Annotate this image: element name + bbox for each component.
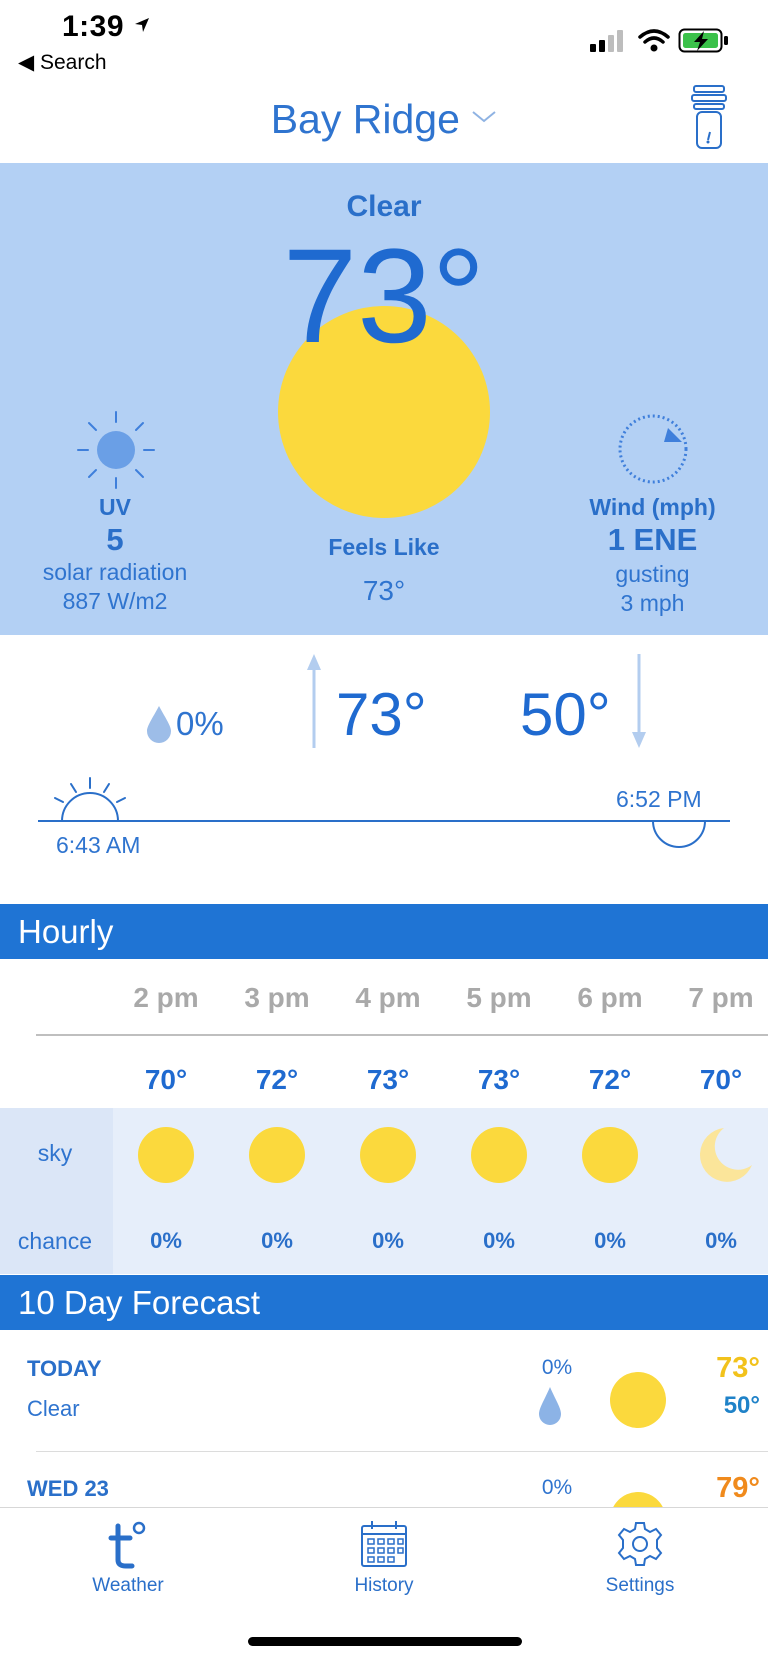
sun-icon (582, 1127, 638, 1183)
hour-chance: 0% (372, 1228, 404, 1253)
hour-chance: 0% (150, 1228, 182, 1253)
chevron-down-icon (472, 111, 496, 123)
location-selector[interactable]: Bay Ridge (0, 96, 768, 143)
sun-icon (471, 1127, 527, 1183)
chance-label: chance (17, 1228, 93, 1254)
moon-icon (699, 1128, 752, 1182)
thermometer-t-icon (108, 1521, 146, 1569)
feels-like-value: 73° (362, 575, 406, 606)
solar-radiation: solar radiation 887 W/m2 (15, 558, 215, 616)
forecast-high: 73° (716, 1352, 760, 1384)
sunset-time: 6:52 PM (616, 786, 702, 812)
sun-icon (138, 1127, 194, 1183)
solar-radiation-value: 887 W/m2 (62, 588, 168, 614)
current-condition: Clear (346, 190, 422, 223)
hour-temp: 72° (588, 1064, 632, 1095)
wind-compass-icon (618, 414, 688, 484)
forecast-header: 10 Day Forecast (0, 1275, 768, 1330)
wind-value: 1 ENE (607, 522, 698, 557)
hour-chance: 0% (261, 1228, 293, 1253)
current-temperature: 73° (282, 222, 486, 371)
hour-time: 3 pm (244, 982, 310, 1013)
hour-chance: 0% (483, 1228, 515, 1253)
sun-icon (249, 1127, 305, 1183)
arrow-down-icon (632, 654, 646, 748)
hour-time: 6 pm (577, 982, 643, 1013)
tab-label-settings: Settings (605, 1575, 675, 1596)
sun-icon (360, 1127, 416, 1183)
battery-charging-icon (678, 28, 728, 53)
high-temperature: 73° (336, 681, 427, 748)
tab-label-weather: Weather (92, 1575, 164, 1596)
hour-chance: 0% (705, 1228, 737, 1253)
signal-icon (590, 30, 623, 52)
weather-station-icon[interactable] (688, 84, 730, 156)
hour-temp: 72° (255, 1064, 299, 1095)
hourly-header: Hourly (0, 904, 768, 959)
precip-chance: 0% (176, 705, 224, 742)
gust-label: gusting (615, 561, 690, 587)
sun-horizon-line (38, 820, 730, 822)
uv-label: UV (99, 494, 131, 520)
hour-temp: 73° (366, 1064, 410, 1095)
hour-time: 4 pm (355, 982, 421, 1013)
sunrise-time: 6:43 AM (56, 832, 141, 858)
forecast-high: 79° (716, 1472, 760, 1504)
back-to-search-link[interactable]: ◀ Search (18, 50, 107, 75)
home-indicator[interactable] (248, 1637, 522, 1646)
gear-icon (617, 1522, 663, 1566)
hour-temp: 70° (144, 1064, 188, 1095)
wind-gust: gusting 3 mph (560, 560, 745, 618)
location-arrow-icon (134, 18, 149, 32)
forecast-low: 50° (723, 1392, 760, 1419)
hour-time: 2 pm (133, 982, 199, 1013)
tab-label-history: History (354, 1575, 414, 1596)
sky-label: sky (37, 1140, 73, 1166)
uv-value: 5 (106, 522, 124, 557)
hour-chance: 0% (594, 1228, 626, 1253)
arrow-up-icon (307, 654, 321, 748)
status-time: 1:39 (62, 10, 151, 44)
forecast-precip: 0% (541, 1476, 573, 1499)
forecast-precip: 0% (541, 1356, 573, 1379)
location-name: Bay Ridge (270, 96, 460, 142)
raindrop-icon (147, 706, 171, 743)
hour-time: 5 pm (466, 982, 532, 1013)
wifi-icon (638, 29, 670, 52)
calendar-icon (361, 1521, 407, 1567)
hour-time: 7 pm (688, 982, 754, 1013)
gust-value: 3 mph (620, 590, 685, 616)
sunset-icon (652, 821, 706, 848)
raindrop-icon (539, 1387, 561, 1425)
hourly-divider (36, 1034, 768, 1036)
hour-temp: 73° (477, 1064, 521, 1095)
solar-radiation-label: solar radiation (42, 559, 188, 585)
sunrise-icon (54, 777, 126, 822)
forecast-day: WED 23 (27, 1476, 109, 1501)
forecast-condition: Clear (27, 1396, 80, 1421)
sun-icon (610, 1372, 666, 1428)
feels-like-label: Feels Like (328, 534, 440, 560)
uv-sun-icon (77, 411, 155, 489)
forecast-day: TODAY (27, 1356, 102, 1381)
wind-label: Wind (mph) (589, 494, 716, 520)
low-temperature: 50° (520, 681, 611, 748)
hour-temp: 70° (699, 1064, 743, 1095)
